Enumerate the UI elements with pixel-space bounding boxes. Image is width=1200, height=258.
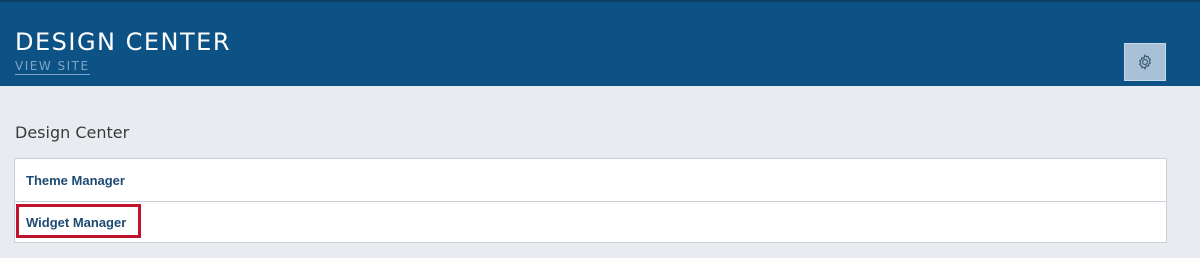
- settings-button[interactable]: [1124, 43, 1166, 81]
- view-site-link[interactable]: VIEW SITE: [15, 59, 90, 75]
- section-title: Design Center: [15, 123, 130, 142]
- widget-manager-link[interactable]: Widget Manager: [26, 215, 126, 230]
- page-title: DESIGN CENTER: [15, 28, 232, 56]
- list-item-widget-manager: Widget Manager: [15, 201, 1166, 243]
- app-header: DESIGN CENTER VIEW SITE: [0, 0, 1200, 86]
- list-item-theme-manager: Theme Manager: [15, 159, 1166, 201]
- theme-manager-link[interactable]: Theme Manager: [26, 173, 125, 188]
- gear-icon: [1139, 54, 1151, 70]
- design-center-list: Theme Manager Widget Manager: [14, 158, 1167, 243]
